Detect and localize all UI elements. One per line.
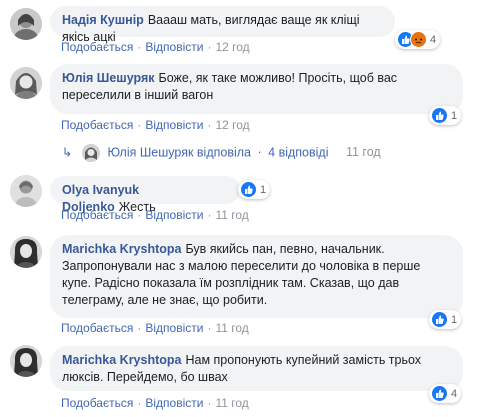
separator: ·: [207, 396, 212, 410]
angry-icon: [410, 31, 427, 48]
separator: ·: [207, 118, 212, 132]
replier-name[interactable]: Юлія Шешуряк відповіла: [107, 145, 251, 159]
reply-count[interactable]: 4 відповіді: [268, 145, 328, 159]
comment-author[interactable]: Marichka Kryshtopa: [62, 353, 181, 367]
comment-text-line: купе. Радісно показала їм розплідник там…: [62, 276, 400, 290]
reactions-badge[interactable]: 1: [429, 310, 462, 329]
timestamp[interactable]: 11 год: [346, 145, 381, 159]
avatar[interactable]: [10, 67, 42, 99]
separator: ·: [207, 321, 212, 335]
timestamp[interactable]: 12 год: [215, 118, 249, 132]
comment-text-line: люксів. Перейдемо, бо швах: [62, 370, 228, 384]
comment-bubble: Юлія Шешуряк Боже, як таке можливо! Просі…: [50, 64, 463, 114]
reaction-count: 1: [260, 183, 267, 196]
comment-actions: Подобається · Відповісти · 11 год: [61, 321, 249, 335]
comment-text-line: телеграму, але не знає, що робити.: [62, 293, 268, 307]
avatar: [81, 144, 100, 162]
comment-actions: Подобається · Відповісти · 11 год: [61, 396, 249, 410]
reactions-badge[interactable]: 1: [429, 106, 462, 125]
like-icon: [431, 311, 448, 328]
reply-arrow-icon: ↳: [62, 145, 73, 160]
reaction-count: 4: [430, 33, 437, 46]
comment-author[interactable]: Юлія Шешуряк: [62, 71, 155, 85]
reactions-badge[interactable]: 4: [395, 30, 441, 49]
reply-link[interactable]: Відповісти: [145, 118, 203, 132]
like-link[interactable]: Подобається: [61, 208, 133, 222]
separator: ·: [137, 118, 142, 132]
like-link[interactable]: Подобається: [61, 40, 133, 54]
reaction-count: 4: [451, 387, 458, 400]
comment-bubble: Надія Кушнір Ваааш мать, виглядає ваще як…: [50, 6, 395, 44]
separator: ·: [137, 396, 142, 410]
comment-actions: Подобається · Відповісти · 12 год: [61, 118, 250, 132]
replies-summary[interactable]: ↳ Юлія Шешуряк відповіла · 4 відповіді 1…: [62, 144, 381, 162]
comment-actions: Подобається · Відповісти · 12 год: [61, 40, 250, 54]
comment-bubble: Olya Ivanyuk Doljenko Жесть: [50, 176, 240, 214]
like-link[interactable]: Подобається: [61, 396, 133, 410]
comment-author[interactable]: Marichka Kryshtopa: [62, 242, 181, 256]
reaction-count: 1: [451, 313, 458, 326]
timestamp[interactable]: 12 год: [215, 40, 249, 54]
like-icon: [431, 107, 448, 124]
reply-link[interactable]: Відповісти: [145, 396, 203, 410]
reply-link[interactable]: Відповісти: [145, 321, 203, 335]
reactions-badge[interactable]: 1: [238, 180, 271, 199]
avatar[interactable]: [10, 8, 42, 40]
separator: ·: [137, 208, 142, 222]
separator: ·: [207, 40, 212, 54]
reaction-count: 1: [451, 109, 458, 122]
comment-bubble: Marichka Kryshtopa Нам пропонують купейни…: [50, 346, 463, 391]
avatar[interactable]: [10, 175, 42, 207]
comment-author[interactable]: Надія Кушнір: [62, 13, 144, 27]
comment-text-line: Нам пропонують купейний замість трьох: [185, 353, 422, 367]
separator: ·: [207, 208, 212, 222]
comment-text-line: Був якийсь пан, певно, начальник.: [185, 242, 385, 256]
comment-actions: Подобається · Відповісти · 11 год: [61, 208, 249, 222]
like-link[interactable]: Подобається: [61, 321, 133, 335]
timestamp[interactable]: 11 год: [215, 208, 248, 222]
like-icon: [240, 181, 257, 198]
reply-link[interactable]: Відповісти: [145, 40, 203, 54]
separator: ·: [257, 145, 262, 160]
comment-text-line: переселили в інший вагон: [62, 88, 214, 102]
like-link[interactable]: Подобається: [61, 118, 133, 132]
avatar[interactable]: [10, 236, 42, 268]
reply-link[interactable]: Відповісти: [145, 208, 203, 222]
comment-text-line: Запропонували нас з малою переселити до …: [62, 259, 421, 273]
comment-text-line: Боже, як таке можливо! Просіть, щоб вас: [158, 71, 398, 85]
comment-bubble: Marichka Kryshtopa Був якийсь пан, певно,…: [50, 235, 463, 318]
avatar[interactable]: [10, 345, 42, 377]
timestamp[interactable]: 11 год: [215, 396, 248, 410]
reactions-badge[interactable]: 4: [429, 384, 462, 403]
timestamp[interactable]: 11 год: [215, 321, 248, 335]
separator: ·: [137, 321, 142, 335]
like-icon: [431, 385, 448, 402]
separator: ·: [137, 40, 142, 54]
